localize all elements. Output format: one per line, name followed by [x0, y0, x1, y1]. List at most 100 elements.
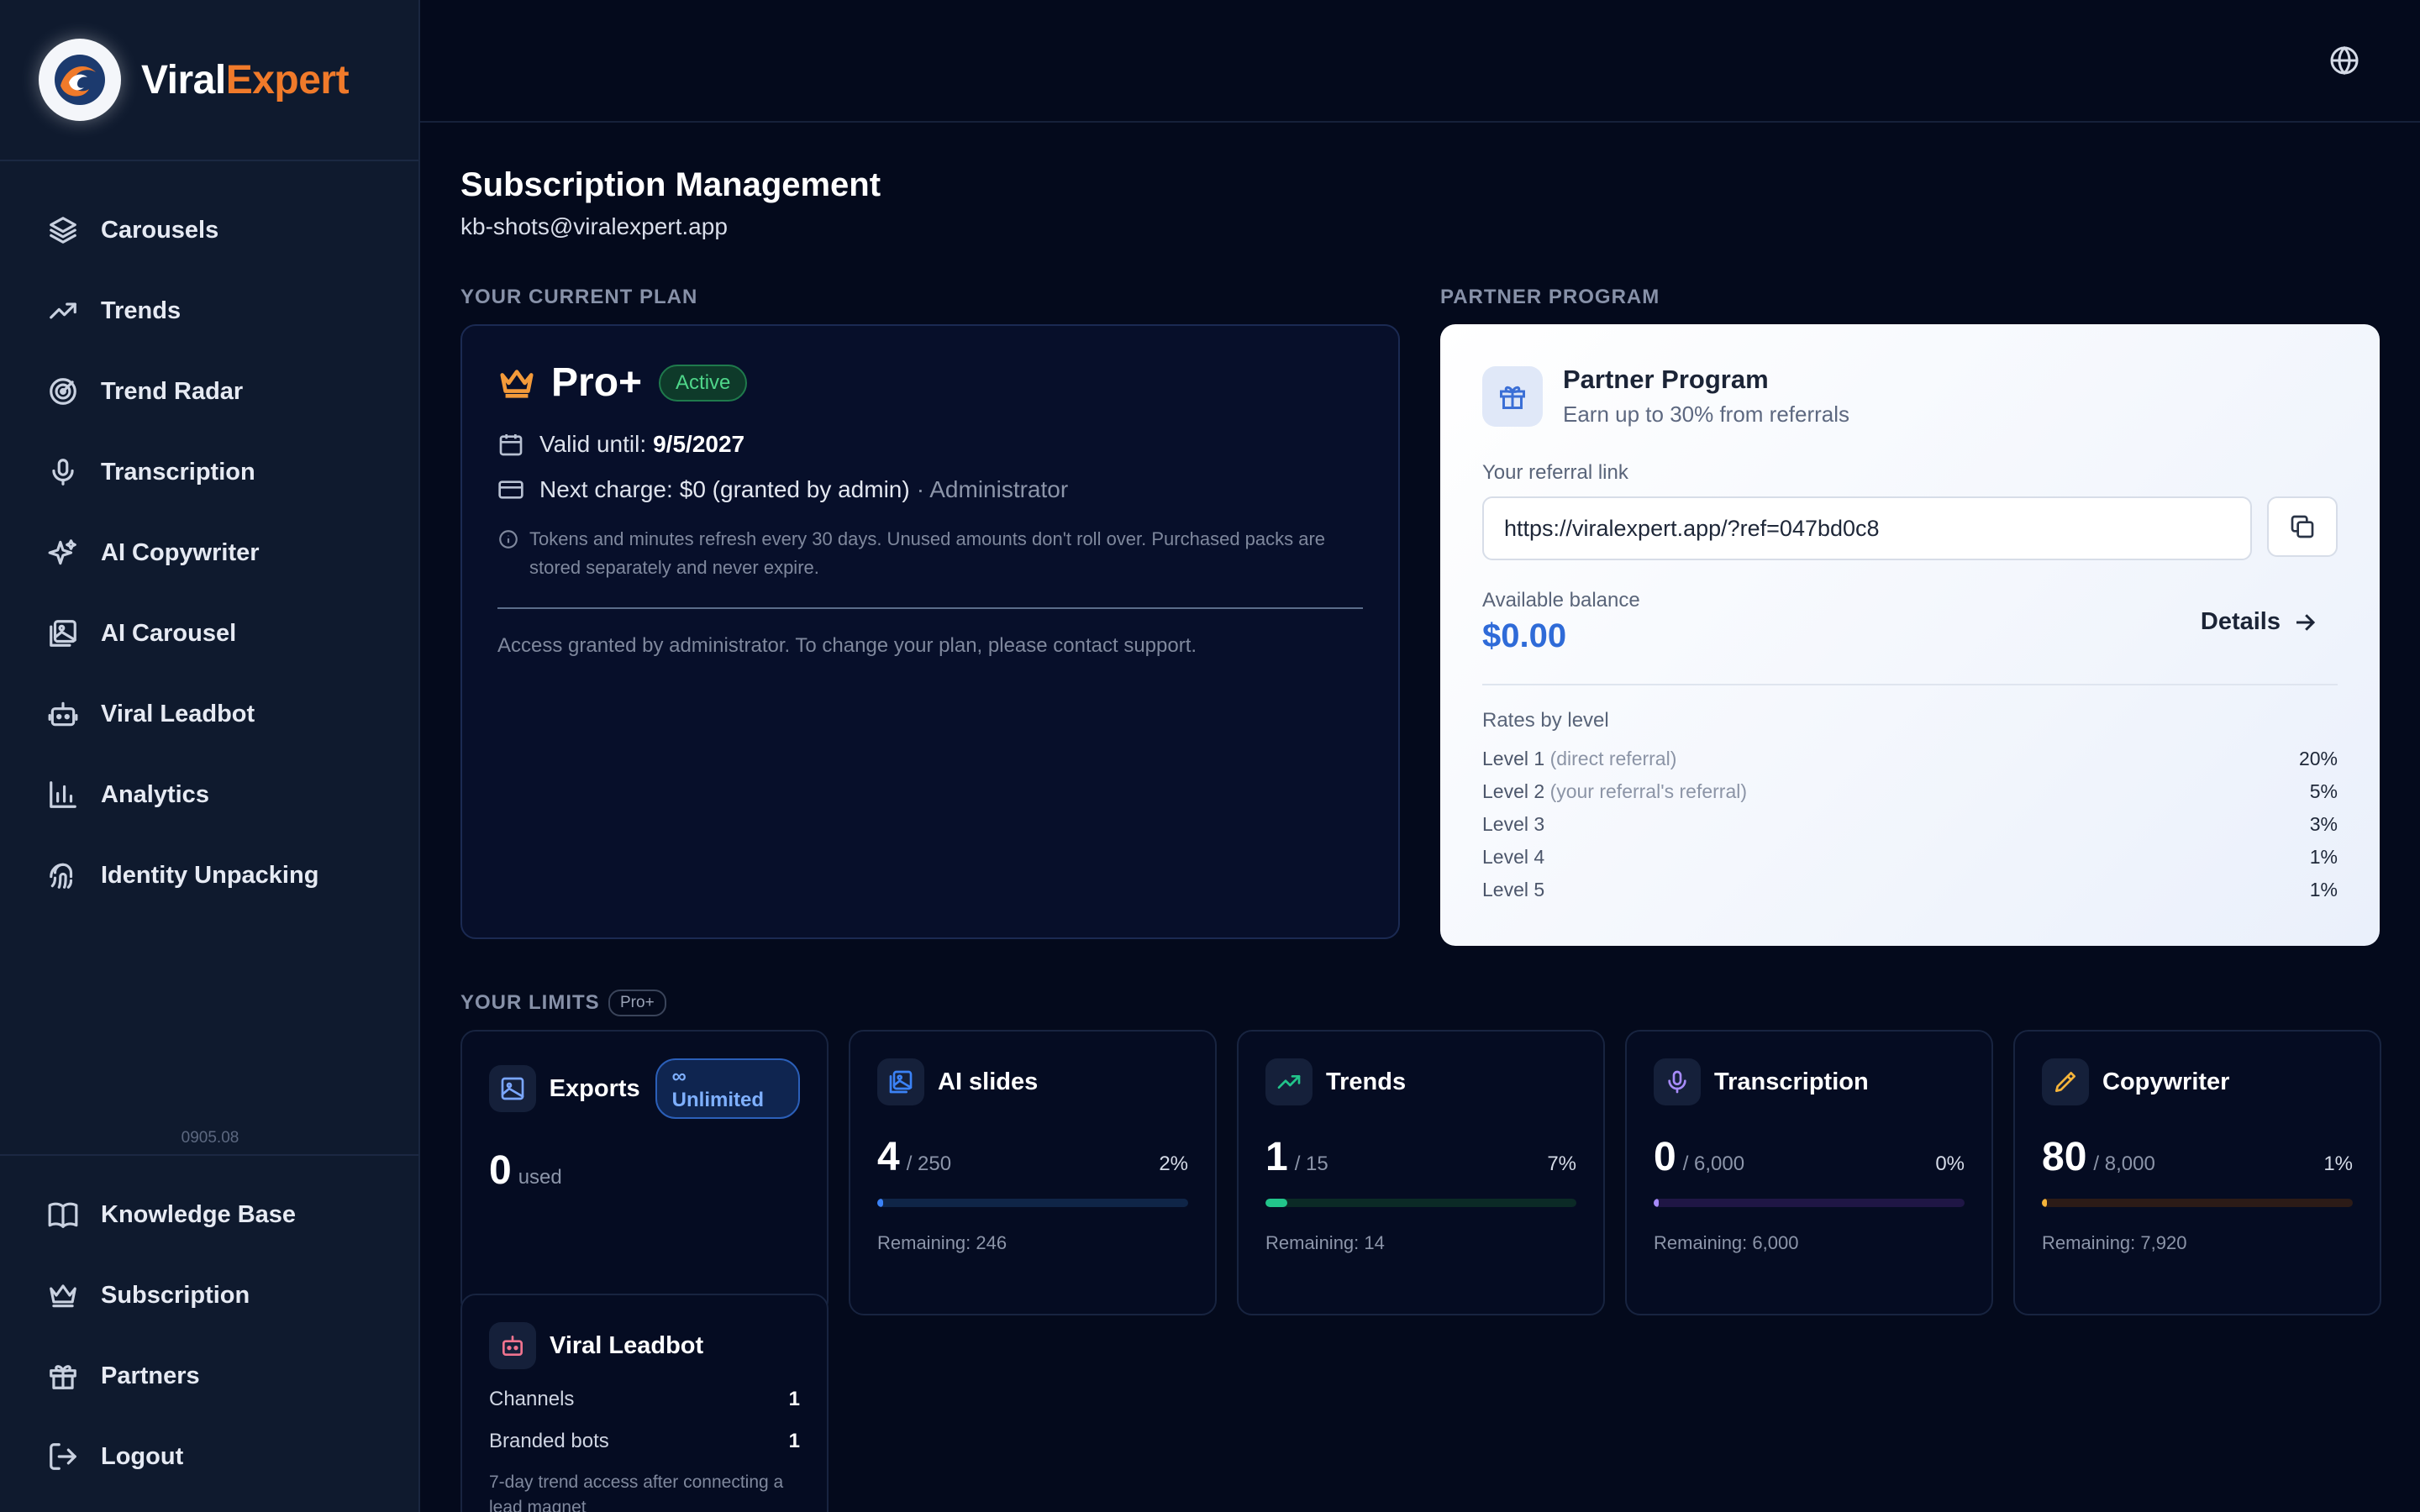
limit-card-exports: Exports ∞ Unlimited 0 used — [460, 1030, 829, 1315]
rate-pct: 3% — [2309, 813, 2338, 835]
plan-admin-note: Access granted by administrator. To chan… — [497, 634, 1197, 657]
next-charge-label: Next charge: — [539, 476, 673, 502]
usage-progress-bar — [1265, 1199, 1576, 1207]
brand[interactable]: ViralExpert — [0, 0, 418, 161]
sidebar-item-trends[interactable]: Trends — [0, 270, 418, 351]
limit-title: Transcription — [1714, 1068, 1869, 1095]
limit-percent: 2% — [1159, 1152, 1188, 1175]
sidebar-item-trend-radar[interactable]: Trend Radar — [0, 351, 418, 432]
trending-up-icon — [50, 302, 76, 319]
sidebar-item-label: Subscription — [101, 1281, 250, 1309]
sparkles-icon — [48, 539, 76, 565]
rate-row: Level 4 1% — [1482, 846, 2338, 869]
plan-refresh-note: Tokens and minutes refresh every 30 days… — [529, 528, 1326, 578]
account-email: kb-shots@viralexpert.app — [460, 213, 728, 239]
sidebar-item-label: Trend Radar — [101, 377, 244, 405]
leadbot-row-value: 1 — [788, 1430, 800, 1452]
credit-card-icon — [498, 480, 523, 499]
rate-pct: 1% — [2309, 879, 2338, 900]
top-bar — [420, 0, 2420, 123]
next-charge-role: · Administrator — [916, 476, 1069, 502]
rate-row: Level 5 1% — [1482, 879, 2338, 901]
usage-progress-fill — [1265, 1199, 1287, 1207]
limit-card-ai-slides: AI slides 4 / 250 2% Remaining: 246 — [849, 1030, 1217, 1315]
sidebar-item-transcription[interactable]: Transcription — [0, 432, 418, 512]
sidebar-item-analytics[interactable]: Analytics — [0, 754, 418, 835]
status-badge: Active — [659, 364, 748, 402]
limit-used-value: 80 — [2042, 1135, 2087, 1179]
limit-title: Copywriter — [2102, 1068, 2230, 1095]
image-icon — [501, 1077, 524, 1100]
partner-icon-badge — [1482, 365, 1543, 427]
copy-icon — [2291, 515, 2314, 538]
logout-icon — [50, 1443, 76, 1470]
sidebar-item-knowledge-base[interactable]: Knowledge Base — [0, 1174, 418, 1255]
microphone-icon — [52, 459, 74, 486]
sidebar-item-label: Viral Leadbot — [101, 700, 255, 727]
sidebar-item-partners[interactable]: Partners — [0, 1336, 418, 1416]
rate-row: Level 2 (your referral's referral) 5% — [1482, 780, 2338, 803]
book-icon — [48, 1202, 78, 1228]
next-charge-value: $0 (granted by admin) — [679, 476, 910, 502]
sidebar-item-logout[interactable]: Logout — [0, 1416, 418, 1497]
details-label: Details — [2200, 608, 2281, 635]
calendar-icon — [499, 434, 523, 456]
partner-subtitle: Earn up to 30% from referrals — [1563, 402, 1850, 427]
sidebar-item-label: AI Carousel — [101, 619, 237, 647]
sidebar-item-viral-leadbot[interactable]: Viral Leadbot — [0, 674, 418, 754]
sidebar-item-ai-copywriter[interactable]: AI Copywriter — [0, 512, 418, 593]
limit-icon-badge — [489, 1322, 536, 1369]
sidebar-item-carousels[interactable]: Carousels — [0, 190, 418, 270]
referral-link-field[interactable]: https://viralexpert.app/?ref=047bd0c8 — [1482, 496, 2252, 560]
brand-logo — [39, 39, 121, 121]
sidebar-item-ai-carousel[interactable]: AI Carousel — [0, 593, 418, 674]
sidebar-item-label: Partners — [101, 1362, 200, 1389]
sidebar-item-identity-unpacking[interactable]: Identity Unpacking — [0, 835, 418, 916]
page-title: Subscription Management — [460, 166, 881, 203]
divider — [1482, 684, 2338, 685]
globe-icon — [2330, 45, 2359, 76]
language-button[interactable] — [2329, 45, 2360, 76]
copy-link-button[interactable] — [2267, 496, 2338, 557]
limit-icon-badge — [1265, 1058, 1313, 1105]
rate-note: (direct referral) — [1549, 748, 1677, 769]
usage-progress-bar — [1654, 1199, 1965, 1207]
rate-level: Level 5 — [1482, 879, 1545, 900]
limit-title: Trends — [1326, 1068, 1407, 1095]
sidebar-item-label: Knowledge Base — [101, 1200, 297, 1228]
limit-total: / 250 — [906, 1152, 952, 1175]
pencil-icon — [2055, 1072, 2075, 1092]
rate-level: Level 1 — [1482, 748, 1545, 769]
valid-until-label: Valid until: — [539, 431, 647, 457]
limit-total: / 8,000 — [2093, 1152, 2155, 1175]
details-button[interactable]: Details — [2201, 608, 2317, 636]
leadbot-row-value: 1 — [788, 1388, 800, 1410]
brand-name: ViralExpert — [141, 57, 350, 103]
crown-icon — [50, 1284, 76, 1308]
bar-chart-icon — [50, 781, 76, 808]
plan-name: Pro+ — [551, 360, 643, 405]
usage-progress-fill — [877, 1199, 884, 1207]
limit-icon-badge — [877, 1058, 924, 1105]
limit-total: / 15 — [1294, 1152, 1328, 1175]
bot-icon — [502, 1336, 523, 1356]
app-version: 0905.08 — [181, 1129, 239, 1147]
limit-percent: 1% — [2323, 1152, 2353, 1175]
gift-icon — [50, 1365, 76, 1389]
limit-used-value: 0 — [1654, 1135, 1676, 1179]
limit-icon-badge — [1654, 1058, 1701, 1105]
sidebar-item-subscription[interactable]: Subscription — [0, 1255, 418, 1336]
rate-level: Level 3 — [1482, 813, 1545, 835]
brand-name-part1: Viral — [141, 57, 226, 102]
partner-title: Partner Program — [1563, 365, 1769, 394]
fingerprint-icon — [50, 863, 73, 889]
divider — [497, 607, 1363, 609]
leadbot-row: Channels 1 — [489, 1388, 800, 1411]
leadbot-note: 7-day trend access after connecting a le… — [489, 1473, 784, 1512]
images-icon — [889, 1070, 913, 1094]
info-icon — [499, 530, 518, 549]
current-plan-card: Pro+ Active Valid until: 9/5/2027 Next c… — [460, 324, 1400, 939]
rate-row: Level 3 3% — [1482, 813, 2338, 836]
sidebar: ViralExpert Carousels Trends Trend Radar… — [0, 0, 420, 1512]
bot-icon — [48, 701, 78, 727]
